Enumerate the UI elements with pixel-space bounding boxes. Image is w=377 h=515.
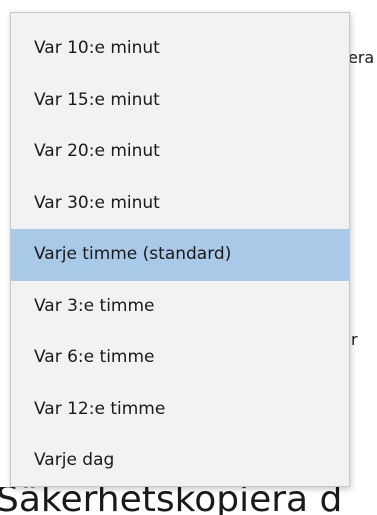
option-every-hour-default[interactable]: Varje timme (standard) bbox=[11, 229, 349, 281]
backup-frequency-dropdown-list[interactable]: Var 10:e minut Var 15:e minut Var 20:e m… bbox=[10, 12, 350, 487]
option-every-12-hours[interactable]: Var 12:e timme bbox=[11, 384, 349, 436]
page: era r Säkerhetskopiera d Var 10:e minut … bbox=[0, 0, 377, 515]
option-every-day[interactable]: Varje dag bbox=[11, 435, 349, 487]
option-every-30-minutes[interactable]: Var 30:e minut bbox=[11, 178, 349, 230]
background-text-fragment: era bbox=[348, 48, 375, 67]
option-every-20-minutes[interactable]: Var 20:e minut bbox=[11, 126, 349, 178]
option-every-15-minutes[interactable]: Var 15:e minut bbox=[11, 75, 349, 127]
background-heading-fragment: Säkerhetskopiera d bbox=[0, 487, 343, 515]
option-every-3-hours[interactable]: Var 3:e timme bbox=[11, 281, 349, 333]
option-every-6-hours[interactable]: Var 6:e timme bbox=[11, 332, 349, 384]
background-heading-clip: Säkerhetskopiera d bbox=[0, 487, 377, 515]
option-every-10-minutes[interactable]: Var 10:e minut bbox=[11, 23, 349, 75]
background-text-fragment: r bbox=[351, 330, 358, 349]
